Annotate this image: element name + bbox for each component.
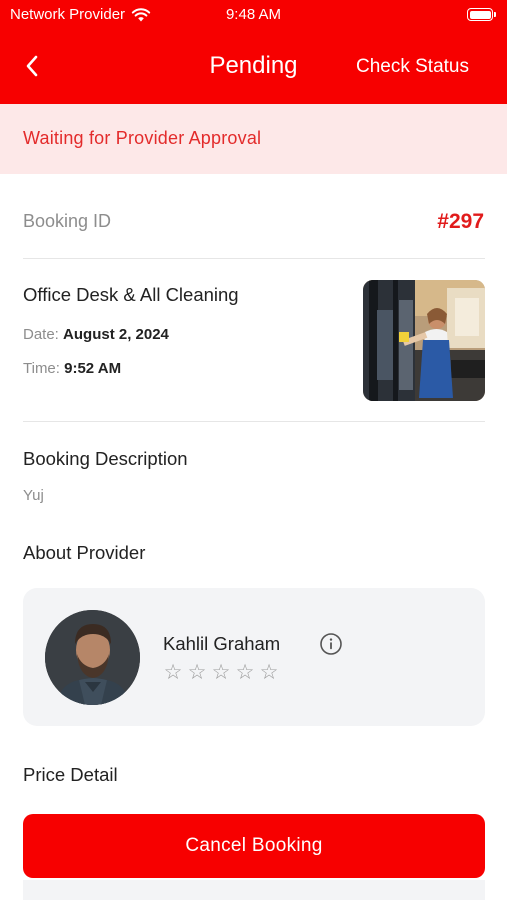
divider bbox=[23, 421, 485, 422]
booking-date-row: Date: August 2, 2024 bbox=[23, 326, 169, 343]
status-bar: Network Provider 9:48 AM bbox=[0, 0, 507, 32]
service-photo bbox=[363, 280, 485, 401]
status-time: 9:48 AM bbox=[225, 6, 282, 23]
battery-level bbox=[469, 10, 491, 19]
booking-time-row: Time: 9:52 AM bbox=[23, 360, 121, 377]
booking-description-title: Booking Description bbox=[23, 448, 188, 469]
info-icon[interactable] bbox=[319, 632, 343, 656]
provider-avatar[interactable] bbox=[45, 610, 140, 705]
star-icon: ☆ bbox=[163, 661, 183, 684]
star-icon: ☆ bbox=[235, 661, 255, 684]
time-value: 9:52 AM bbox=[64, 360, 122, 377]
provider-rating: ☆ ☆ ☆ ☆ ☆ bbox=[163, 662, 279, 683]
star-icon: ☆ bbox=[187, 661, 207, 684]
divider bbox=[23, 258, 485, 259]
price-detail-card bbox=[23, 880, 485, 900]
booking-id-value: #297 bbox=[437, 210, 484, 233]
about-provider-title: About Provider bbox=[23, 542, 146, 563]
date-label: Date: bbox=[23, 326, 59, 343]
cancel-booking-button[interactable]: Cancel Booking bbox=[23, 814, 485, 878]
booking-id-label: Booking ID bbox=[23, 211, 112, 231]
provider-name: Kahlil Graham bbox=[163, 633, 281, 654]
price-detail-title: Price Detail bbox=[23, 764, 118, 785]
time-label: Time: bbox=[23, 360, 60, 377]
page-title-text: Pending bbox=[209, 52, 298, 79]
battery-tip bbox=[494, 12, 496, 17]
service-image[interactable] bbox=[363, 280, 485, 401]
date-value: August 2, 2024 bbox=[63, 326, 169, 343]
avatar-photo bbox=[45, 610, 140, 705]
check-status-button[interactable]: Check Status bbox=[356, 56, 469, 78]
app-header: Network Provider 9:48 AM Pending Check S… bbox=[0, 0, 507, 104]
booking-description-text: Yuj bbox=[23, 487, 44, 504]
status-banner-text: Waiting for Provider Approval bbox=[23, 128, 262, 148]
star-icon: ☆ bbox=[259, 661, 279, 684]
service-name: Office Desk & All Cleaning bbox=[23, 284, 239, 305]
star-icon: ☆ bbox=[211, 661, 231, 684]
battery-icon bbox=[467, 8, 496, 21]
